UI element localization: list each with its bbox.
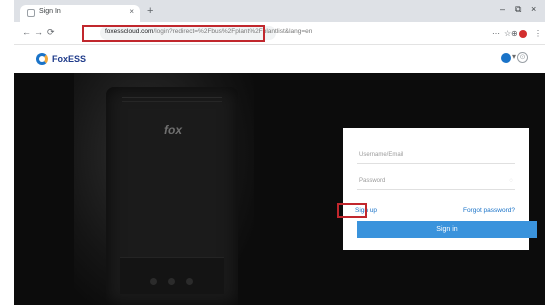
page-icon bbox=[27, 9, 35, 17]
username-field[interactable]: Username/Email bbox=[357, 150, 515, 164]
signup-highlight-box bbox=[337, 203, 367, 218]
close-tab-icon[interactable]: × bbox=[129, 7, 134, 16]
device-vent bbox=[122, 97, 222, 98]
extension-icon[interactable]: ⊕ bbox=[511, 29, 518, 38]
username-placeholder: Username/Email bbox=[359, 152, 404, 158]
maximize-icon[interactable]: ⧉ bbox=[515, 4, 521, 15]
profile-avatar[interactable] bbox=[519, 30, 527, 38]
browser-window: Sign In × + – ⧉ × ← → ⟳ foxesscloud.com/… bbox=[14, 0, 545, 305]
url-highlight-box bbox=[82, 25, 265, 42]
globe-icon[interactable] bbox=[501, 53, 511, 63]
device-panel bbox=[120, 257, 224, 294]
chevron-down-icon[interactable]: ▾ bbox=[512, 52, 516, 61]
login-card: Username/Email Password ◌ Sign up Forgot… bbox=[343, 128, 537, 250]
password-placeholder: Password bbox=[359, 178, 386, 184]
device-button bbox=[186, 278, 193, 285]
reload-icon[interactable]: ⟳ bbox=[47, 27, 55, 38]
forward-icon[interactable]: → bbox=[34, 27, 43, 37]
browser-tab[interactable]: Sign In × bbox=[20, 5, 140, 22]
back-icon[interactable]: ← bbox=[22, 27, 31, 37]
device-vent bbox=[122, 101, 222, 102]
browser-menu-icon[interactable]: ⋮ bbox=[534, 29, 542, 38]
tab-strip: Sign In × + – ⧉ × bbox=[14, 0, 545, 22]
new-tab-icon[interactable]: + bbox=[147, 5, 153, 17]
device-brand-logo: fox bbox=[164, 123, 182, 137]
sign-in-button[interactable]: Sign in bbox=[357, 221, 537, 238]
user-icon[interactable]: ⊙ bbox=[517, 52, 528, 63]
password-field[interactable]: Password ◌ bbox=[357, 176, 515, 190]
inverter-device-image: fox bbox=[106, 87, 238, 305]
tab-title: Sign In bbox=[39, 8, 61, 15]
logo-text: FoxESS bbox=[52, 54, 87, 64]
minimize-icon[interactable]: – bbox=[500, 4, 505, 14]
more-options-icon[interactable]: ⋯ bbox=[492, 29, 500, 38]
show-password-icon[interactable]: ◌ bbox=[509, 178, 513, 184]
forgot-password-link[interactable]: Forgot password? bbox=[463, 207, 515, 214]
foxess-logo-icon bbox=[36, 53, 48, 65]
device-button bbox=[168, 278, 175, 285]
device-button bbox=[150, 278, 157, 285]
close-window-icon[interactable]: × bbox=[531, 4, 536, 14]
site-header: FoxESS ▾ ⊙ bbox=[14, 45, 545, 73]
